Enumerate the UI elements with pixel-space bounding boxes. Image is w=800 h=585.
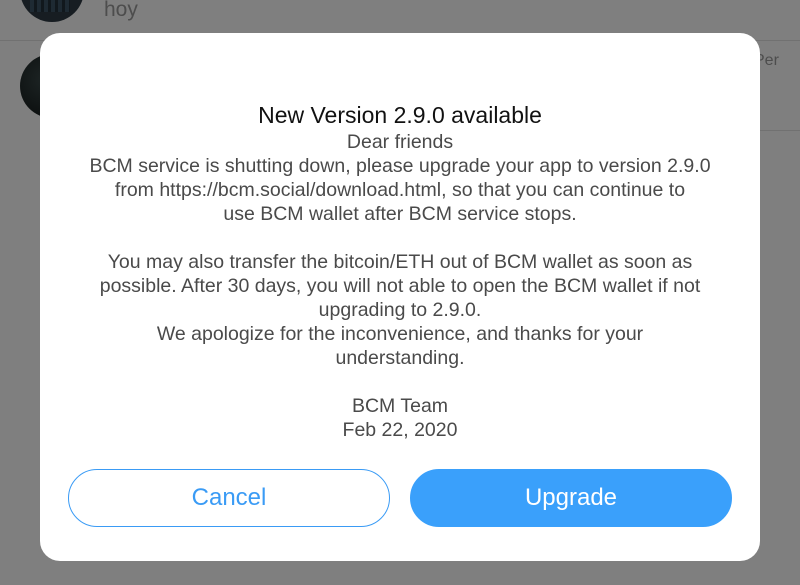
message-line: possible. After 30 days, you will not ab… bbox=[99, 275, 701, 297]
message-line: upgrading to 2.9.0. bbox=[318, 299, 482, 321]
message-gap bbox=[60, 226, 740, 250]
message-line: understanding. bbox=[335, 347, 465, 369]
upgrade-button[interactable]: Upgrade bbox=[410, 469, 732, 527]
message-line: Dear friends bbox=[346, 131, 454, 153]
message-date: Feb 22, 2020 bbox=[342, 419, 458, 441]
message-line: from https://bcm.social/download.html, s… bbox=[114, 179, 686, 201]
message-line: BCM service is shutting down, please upg… bbox=[89, 155, 711, 177]
message-gap bbox=[60, 370, 740, 394]
update-dialog: New Version 2.9.0 available Dear friends… bbox=[40, 33, 760, 561]
message-line: We apologize for the inconvenience, and … bbox=[156, 323, 644, 345]
app-screen: hoy Per New Version 2.9.0 available Dear… bbox=[0, 0, 800, 585]
message-signature: BCM Team bbox=[351, 395, 449, 417]
message-line: use BCM wallet after BCM service stops. bbox=[223, 203, 577, 225]
message-line: You may also transfer the bitcoin/ETH ou… bbox=[107, 251, 693, 273]
dialog-message: Dear friends BCM service is shutting dow… bbox=[60, 130, 740, 442]
cancel-button[interactable]: Cancel bbox=[68, 469, 390, 527]
dialog-title: New Version 2.9.0 available bbox=[258, 102, 542, 128]
